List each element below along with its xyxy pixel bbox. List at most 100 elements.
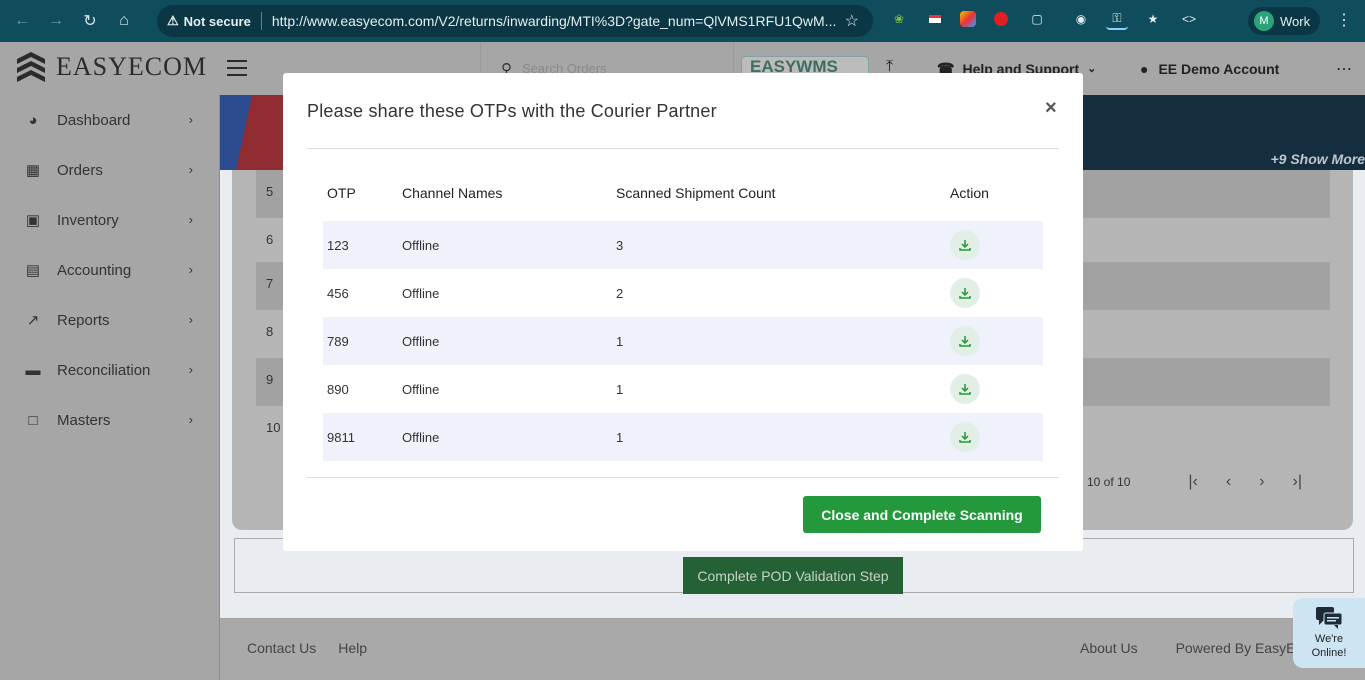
column-header-otp: OTP [327, 185, 356, 201]
sidebar-item-label: Dashboard [57, 111, 131, 129]
help-link[interactable]: Help [338, 640, 367, 656]
chevron-right-icon: › [188, 212, 193, 227]
column-header-action: Action [950, 185, 989, 201]
table-row: 9811 Offline 1 [323, 413, 1043, 461]
powered-by-text: Powered By EasyEc [1175, 640, 1303, 656]
back-icon[interactable]: ← [5, 4, 39, 38]
contact-us-link[interactable]: Contact Us [247, 640, 316, 656]
download-icon [959, 432, 971, 443]
count-cell: 2 [616, 286, 624, 301]
first-page-icon[interactable]: |‹ [1188, 473, 1197, 491]
row-number: 9 [266, 372, 274, 387]
row-number: 10 [266, 420, 281, 435]
logo[interactable]: EASYECOM [16, 51, 207, 83]
favorites-icon[interactable]: ★ [1142, 8, 1164, 30]
complete-pod-button[interactable]: Complete POD Validation Step [683, 557, 903, 594]
sidebar-item-accounting[interactable]: ▤ Accounting › [0, 245, 219, 295]
sidebar-item-orders[interactable]: ▦ Orders › [0, 145, 219, 195]
more-options-icon[interactable]: ⋯ [1336, 59, 1352, 79]
download-button[interactable] [950, 230, 980, 260]
url-text[interactable]: http://www.easyecom.com/V2/returns/inwar… [272, 13, 842, 29]
channel-cell: Offline [402, 286, 440, 301]
color-extension-icon[interactable] [960, 11, 976, 27]
close-and-complete-button[interactable]: Close and Complete Scanning [803, 496, 1041, 533]
wallet-icon: ▬ [25, 361, 41, 379]
chevron-right-icon: › [188, 362, 193, 377]
otp-table-body: 123 Offline 3 456 Offline 2 789 Offline … [323, 221, 1043, 461]
pager-text: 10 of 10 [1087, 475, 1131, 489]
grid-icon: ▦ [25, 162, 41, 179]
stop-extension-icon[interactable] [990, 8, 1012, 30]
divider [307, 148, 1059, 149]
profile-button[interactable]: M Work [1248, 7, 1320, 35]
chat-widget[interactable]: We're Online! [1293, 598, 1365, 668]
row-number: 8 [266, 324, 274, 339]
logo-text: EASYECOM [56, 52, 208, 81]
prev-page-icon[interactable]: ‹ [1226, 473, 1231, 491]
account-menu[interactable]: ● EE Demo Account [1140, 61, 1279, 77]
download-button[interactable] [950, 278, 980, 308]
otp-cell: 9811 [327, 430, 355, 445]
note-icon: □ [28, 411, 38, 429]
sidebar-item-label: Reconciliation [57, 361, 151, 379]
account-label: EE Demo Account [1158, 61, 1280, 77]
address-bar[interactable]: ⚠ Not secure http://www.easyecom.com/V2/… [157, 5, 873, 37]
chevron-right-icon: › [188, 312, 193, 327]
dashboard-icon: ◕ [28, 111, 38, 129]
sidebar-item-label: Masters [57, 411, 111, 429]
bug-extension-icon[interactable]: ❀ [888, 8, 910, 30]
devtools-icon[interactable]: <> [1178, 8, 1200, 30]
download-button[interactable] [950, 422, 980, 452]
chevron-right-icon: › [188, 412, 193, 427]
divider [260, 12, 262, 30]
forward-icon[interactable]: → [39, 4, 73, 38]
key-icon[interactable]: ⚿ [1106, 8, 1128, 30]
reload-icon[interactable]: ↻ [73, 4, 107, 38]
about-us-link[interactable]: About Us [1080, 640, 1138, 656]
bookmark-star-icon[interactable]: ☆ [845, 11, 859, 31]
warning-icon: ⚠ [167, 13, 179, 28]
security-label: Not secure [183, 13, 251, 29]
show-more-link[interactable]: +9 Show More [1270, 151, 1365, 167]
sidebar-item-dashboard[interactable]: ◕ Dashboard › [0, 95, 219, 145]
otp-cell: 890 [327, 382, 349, 397]
row-number: 7 [266, 276, 274, 291]
channel-cell: Offline [402, 382, 440, 397]
security-warning[interactable]: ⚠ Not secure [167, 13, 251, 29]
channel-cell: Offline [402, 430, 440, 445]
profile-label: Work [1280, 13, 1311, 29]
column-header-channel: Channel Names [402, 185, 503, 201]
browser-menu-icon[interactable]: ⋮ [1336, 10, 1352, 30]
download-icon [959, 240, 971, 251]
sidebar-item-label: Orders [57, 161, 103, 179]
sidebar-item-reports[interactable]: ↗ Reports › [0, 295, 219, 345]
sidebar-item-label: Inventory [57, 211, 119, 229]
extensions-bar: ❀ ▢ ◉ ⚿ ★ <> [888, 8, 1200, 30]
download-icon [959, 336, 971, 347]
channel-cell: Offline [402, 238, 440, 253]
last-page-icon[interactable]: ›| [1293, 473, 1302, 491]
table-row: 789 Offline 1 [323, 317, 1043, 365]
flag-extension-icon[interactable] [924, 8, 946, 30]
next-page-icon[interactable]: › [1259, 473, 1264, 491]
chevron-right-icon: › [188, 162, 193, 177]
download-button[interactable] [950, 326, 980, 356]
sidebar-item-reconciliation[interactable]: ▬ Reconciliation › [0, 345, 219, 395]
count-cell: 1 [616, 334, 624, 349]
sidebar-item-inventory[interactable]: ▣ Inventory › [0, 195, 219, 245]
count-cell: 3 [616, 238, 624, 253]
table-header: OTP Channel Names Scanned Shipment Count… [323, 173, 1043, 213]
sidebar: ◕ Dashboard › ▦ Orders › ▣ Inventory › ▤… [0, 95, 220, 680]
download-button[interactable] [950, 374, 980, 404]
table-row: 123 Offline 3 [323, 221, 1043, 269]
close-icon[interactable]: × [1045, 97, 1057, 120]
hamburger-menu-icon[interactable] [227, 60, 247, 81]
puzzle-extension-icon[interactable]: ▢ [1026, 8, 1048, 30]
incognito-icon[interactable]: ◉ [1070, 8, 1092, 30]
chat-line-2: Online! [1311, 647, 1347, 659]
chat-bubble-icon [1316, 607, 1343, 629]
home-icon[interactable]: ⌂ [107, 4, 141, 38]
sidebar-item-masters[interactable]: □ Masters › [0, 395, 219, 445]
download-icon [959, 384, 971, 395]
count-cell: 1 [616, 430, 624, 445]
